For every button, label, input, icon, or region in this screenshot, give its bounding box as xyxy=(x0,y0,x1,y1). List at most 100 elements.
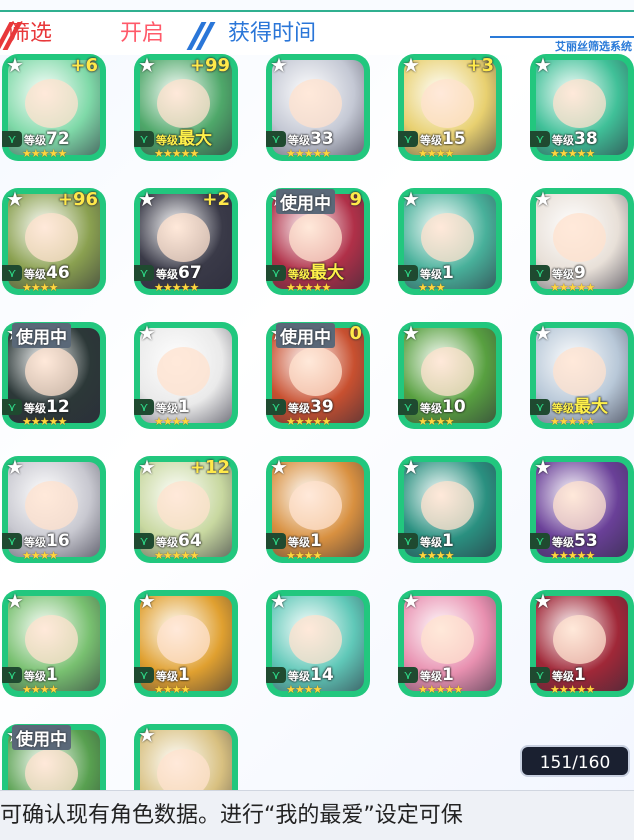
rarity-stars: ★★★★ xyxy=(286,683,322,696)
plus-value: +99 xyxy=(189,55,230,76)
class-badge-icon: ⋎ xyxy=(530,667,550,683)
tab-filter[interactable]: 筛选 xyxy=(8,17,52,51)
level-label: 等级 xyxy=(288,134,310,147)
rarity-stars: ★★★★ xyxy=(22,549,58,562)
character-card[interactable]: ★使用中9⋎等级最大★★★★★ xyxy=(266,188,370,295)
filter-bar: 筛选 开启 获得时间 艾丽丝筛选系统 xyxy=(0,0,634,55)
favorite-star-icon[interactable]: ★ xyxy=(4,590,26,612)
favorite-star-icon[interactable]: ★ xyxy=(4,456,26,478)
level-text: 等级39 xyxy=(288,397,334,417)
character-card[interactable]: ★ ⋎ 等级1 ★★★★ xyxy=(398,456,502,563)
tab-divider-blue xyxy=(186,22,216,50)
level-value: 46 xyxy=(46,263,70,283)
character-card[interactable]: ★ +99 ⋎ 等级最大 ★★★★★ xyxy=(134,54,238,161)
level-label: 等级 xyxy=(24,670,46,683)
character-card[interactable]: ★ ⋎ 等级1 ★★★★ xyxy=(2,590,106,697)
favorite-star-icon[interactable]: ★ xyxy=(136,188,158,210)
favorite-star-icon[interactable]: ★ xyxy=(400,188,422,210)
rarity-stars: ★★★★ xyxy=(22,683,58,696)
class-badge-icon: ⋎ xyxy=(2,667,22,683)
level-text: 等级38 xyxy=(552,129,598,149)
level-label: 等级 xyxy=(24,268,46,281)
plus-value: +2 xyxy=(202,189,230,210)
character-card[interactable]: ★ ⋎ 等级38 ★★★★★ xyxy=(530,54,634,161)
character-card[interactable]: ★ +12 ⋎ 等级64 ★★★★★ xyxy=(134,456,238,563)
plus-value: +96 xyxy=(57,189,98,210)
level-label: 等级 xyxy=(420,402,442,415)
favorite-star-icon[interactable]: ★ xyxy=(532,54,554,76)
favorite-star-icon[interactable]: ★ xyxy=(400,54,422,76)
favorite-star-icon[interactable]: ★ xyxy=(400,456,422,478)
character-card[interactable]: ★ +2 ⋎ 等级67 ★★★★★ xyxy=(134,188,238,295)
level-text: 等级15 xyxy=(420,129,466,149)
level-text: 等级67 xyxy=(156,263,202,283)
character-card[interactable]: ★ ⋎ 等级最大 ★★★★★ xyxy=(530,322,634,429)
character-card[interactable]: ★ +3 ⋎ 等级15 ★★★★ xyxy=(398,54,502,161)
character-card[interactable]: ★ ⋎ 等级14 ★★★★ xyxy=(266,590,370,697)
favorite-star-icon[interactable]: ★ xyxy=(532,456,554,478)
in-use-badge: 使用中 xyxy=(276,323,335,348)
rarity-stars: ★★★★★ xyxy=(550,549,595,562)
favorite-star-icon[interactable]: ★ xyxy=(136,724,158,746)
favorite-star-icon[interactable]: ★ xyxy=(532,188,554,210)
favorite-star-icon[interactable]: ★ xyxy=(136,456,158,478)
level-label: 等级 xyxy=(552,268,574,281)
favorite-star-icon[interactable]: ★ xyxy=(136,590,158,612)
class-badge-icon: ⋎ xyxy=(134,131,154,147)
rarity-stars: ★★★★ xyxy=(418,147,454,160)
level-value: 1 xyxy=(442,531,454,551)
character-card[interactable]: ★ ⋎ 等级1 ★★★★ xyxy=(134,322,238,429)
rarity-stars: ★★★★★ xyxy=(154,549,199,562)
character-card[interactable]: ★使用中0⋎等级39★★★★★ xyxy=(266,322,370,429)
level-label: 等级 xyxy=(156,134,178,147)
level-text: 等级9 xyxy=(552,263,586,283)
character-card[interactable]: ★ ⋎ 等级1 ★★★ xyxy=(398,188,502,295)
tab-sort-acquired-time[interactable]: 获得时间 xyxy=(228,17,316,51)
favorite-star-icon[interactable]: ★ xyxy=(136,54,158,76)
character-card[interactable]: ★ +96 ⋎ 等级46 ★★★★ xyxy=(2,188,106,295)
level-value: 9 xyxy=(574,263,586,283)
character-card[interactable]: ★ ⋎ 等级10 ★★★★ xyxy=(398,322,502,429)
character-card[interactable]: ★ ⋎ 等级1 ★★★★ xyxy=(266,456,370,563)
level-value: 12 xyxy=(46,397,70,417)
character-card[interactable]: ★ ⋎ 等级1 ★★★★★ xyxy=(530,590,634,697)
favorite-star-icon[interactable]: ★ xyxy=(532,590,554,612)
favorite-star-icon[interactable]: ★ xyxy=(268,456,290,478)
favorite-star-icon[interactable]: ★ xyxy=(4,54,26,76)
character-card[interactable]: ★ ⋎ 等级9 ★★★★★ xyxy=(530,188,634,295)
level-text: 等级1 xyxy=(420,531,454,551)
rarity-stars: ★★★★★ xyxy=(22,415,67,428)
character-card[interactable]: ★ ⋎ 等级1 ★★★★★ xyxy=(398,590,502,697)
character-card[interactable]: ★ +6 ⋎ 等级72 ★★★★★ xyxy=(2,54,106,161)
level-label: 等级 xyxy=(420,134,442,147)
level-text: 等级10 xyxy=(420,397,466,417)
character-card[interactable]: ★ ⋎ 等级33 ★★★★★ xyxy=(266,54,370,161)
favorite-star-icon[interactable]: ★ xyxy=(532,322,554,344)
level-label: 等级 xyxy=(552,670,574,683)
favorite-star-icon[interactable]: ★ xyxy=(136,322,158,344)
rarity-stars: ★★★★★ xyxy=(550,281,595,294)
class-badge-icon: ⋎ xyxy=(266,533,286,549)
tab-open-toggle[interactable]: 开启 xyxy=(120,17,164,51)
favorite-star-icon[interactable]: ★ xyxy=(400,322,422,344)
favorite-star-icon[interactable]: ★ xyxy=(268,590,290,612)
level-value: 1 xyxy=(310,531,322,551)
class-badge-icon: ⋎ xyxy=(398,533,418,549)
rarity-stars: ★★★★★ xyxy=(154,147,199,160)
character-card[interactable]: ★ ⋎ 等级53 ★★★★★ xyxy=(530,456,634,563)
level-value: 53 xyxy=(574,531,598,551)
level-label: 等级 xyxy=(288,536,310,549)
favorite-star-icon[interactable]: ★ xyxy=(268,54,290,76)
favorite-star-icon[interactable]: ★ xyxy=(4,188,26,210)
level-text: 等级46 xyxy=(24,263,70,283)
class-badge-icon: ⋎ xyxy=(2,131,22,147)
level-text: 等级14 xyxy=(288,665,334,685)
character-card[interactable]: ★ ⋎ 等级16 ★★★★ xyxy=(2,456,106,563)
class-badge-icon: ⋎ xyxy=(398,265,418,281)
favorite-star-icon[interactable]: ★ xyxy=(400,590,422,612)
character-card[interactable]: ★使用中⋎等级12★★★★★ xyxy=(2,322,106,429)
level-value: 10 xyxy=(442,397,466,417)
rarity-stars: ★★★★ xyxy=(22,281,58,294)
character-card[interactable]: ★ ⋎ 等级1 ★★★★ xyxy=(134,590,238,697)
level-label: 等级 xyxy=(420,536,442,549)
